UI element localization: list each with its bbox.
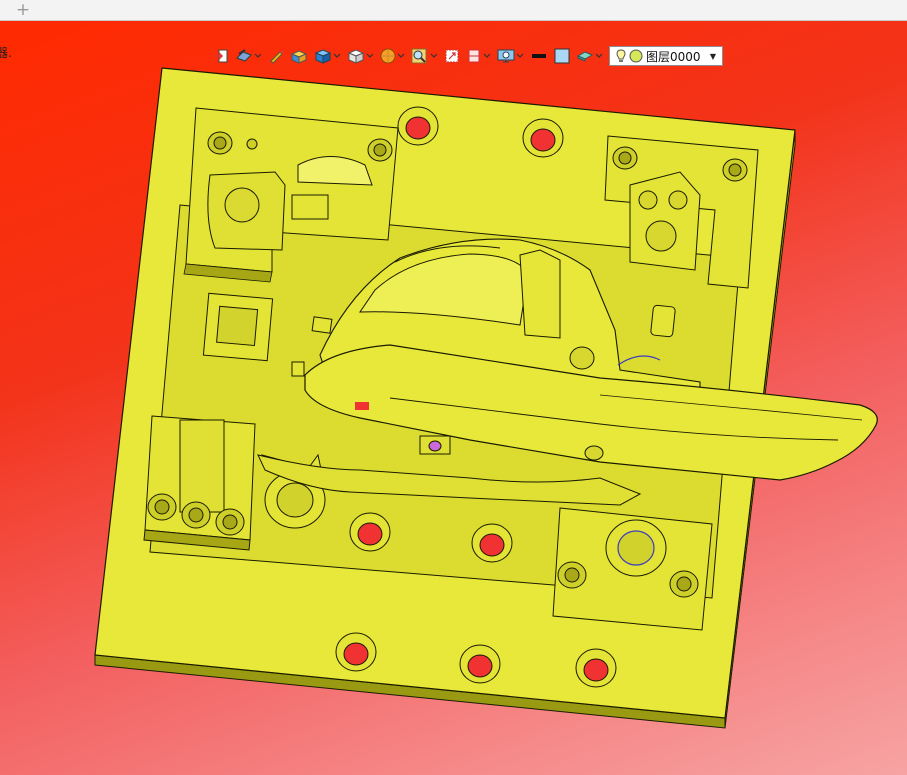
display-settings-icon [497,49,515,63]
view-cube-button[interactable] [314,45,341,67]
zoom-window-button[interactable] [444,45,460,67]
white-cube-button[interactable] [347,45,374,67]
material-icon [576,51,594,62]
section-sphere-icon [380,48,396,64]
zoom-window-icon [445,49,459,63]
mold-model[interactable] [0,21,907,775]
line-color-button[interactable] [530,45,548,67]
render-style-button[interactable] [235,45,262,67]
line-color-icon [532,54,546,58]
white-cube-icon [347,49,365,64]
chevron-down-icon [516,53,524,58]
shaded-box-icon [290,50,308,64]
material-button[interactable] [576,45,603,67]
tab-strip: + [0,0,907,21]
layer-dropdown[interactable]: 图层0000 ▼ [609,46,723,66]
chevron-down-icon [366,53,374,58]
side-info-text: 器. [0,46,12,60]
chevron-down-icon [254,53,262,58]
zoom-fit-button[interactable] [411,45,438,67]
lightbulb-icon[interactable] [616,49,626,63]
layer-name: 图层0000 [646,49,701,64]
layer-visibility-icon[interactable] [629,49,643,63]
exit-view-icon [214,49,228,63]
chevron-down-icon [595,53,603,58]
view-toolbar: 图层0000 ▼ [213,44,723,68]
display-settings-button[interactable] [497,45,524,67]
view-cube-icon [314,49,332,64]
pencil-button[interactable] [268,45,284,67]
chevron-down-icon [430,53,438,58]
exit-view-button[interactable] [213,45,229,67]
new-tab-button[interactable]: + [14,0,32,20]
zoom-fit-icon [411,48,427,64]
chevron-down-icon [333,53,341,58]
render-style-icon [236,49,252,62]
chevron-down-icon [397,53,405,58]
dropdown-arrow-icon[interactable]: ▼ [710,52,716,61]
chevron-down-icon [483,53,491,58]
clip-plane-icon [468,49,480,63]
fill-color-button[interactable] [554,45,570,67]
shaded-box-button[interactable] [290,45,308,67]
section-sphere-button[interactable] [380,45,405,67]
pencil-icon [270,50,284,64]
3d-viewport[interactable]: 器. 图层0000 ▼ [0,21,907,775]
clip-plane-button[interactable] [466,45,491,67]
fill-color-icon [554,48,570,64]
